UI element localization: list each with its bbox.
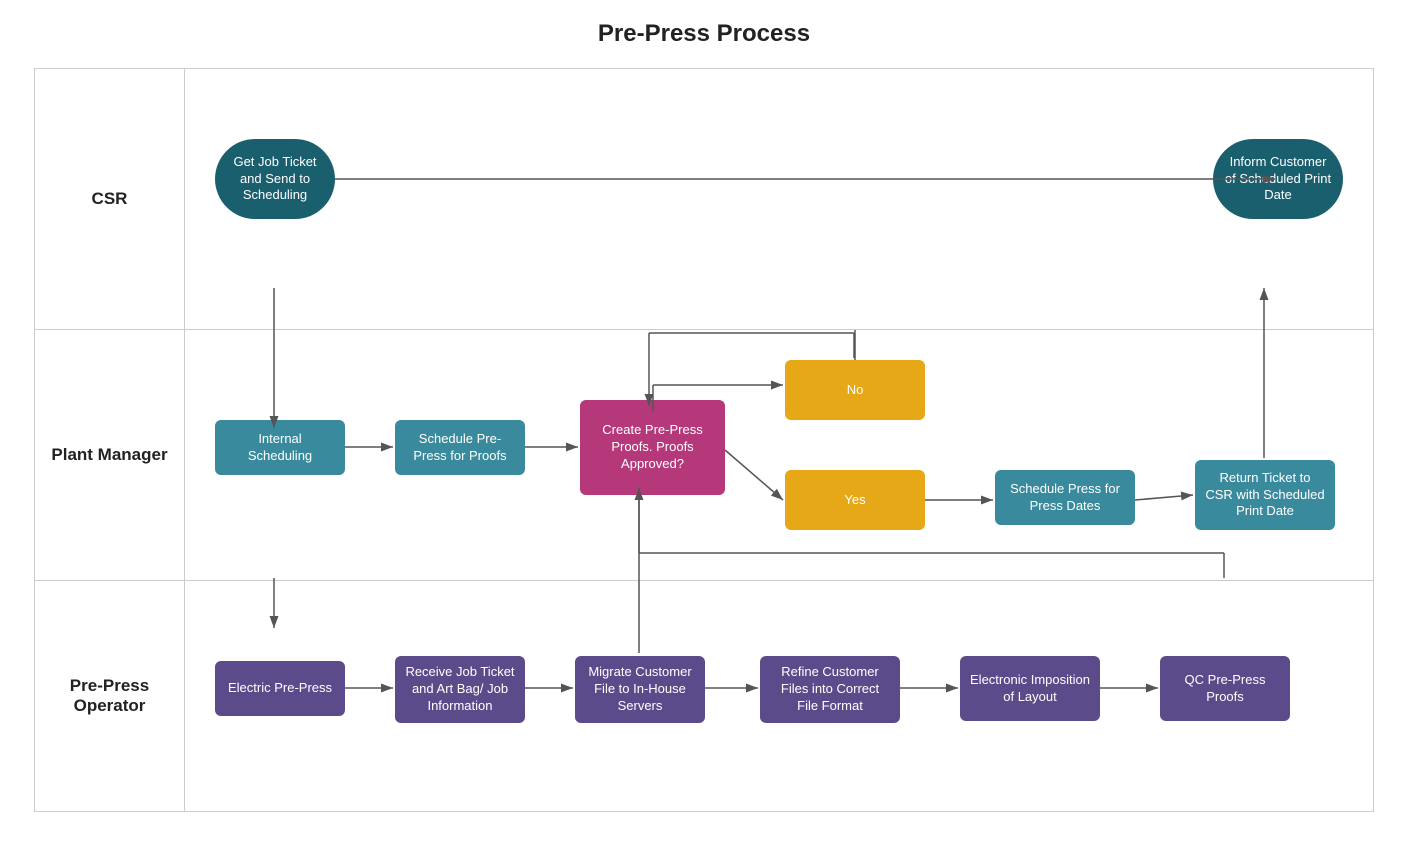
csr-lane: CSR Get Job Ticket and Send to Schedulin… (35, 69, 1373, 330)
schedule-press-node: Schedule Press for Press Dates (995, 470, 1135, 525)
no-branch-node: No (785, 360, 925, 420)
internal-scheduling-node: Internal Scheduling (215, 420, 345, 475)
process-diagram: CSR Get Job Ticket and Send to Schedulin… (34, 68, 1374, 812)
electronic-imposition-node: Electronic Imposition of Layout (960, 656, 1100, 721)
prepress-operator-label: Pre-Press Operator (35, 581, 185, 811)
qc-prepress-node: QC Pre-Press Proofs (1160, 656, 1290, 721)
page-title: Pre-Press Process (598, 20, 810, 48)
return-ticket-node: Return Ticket to CSR with Scheduled Prin… (1195, 460, 1335, 530)
plant-manager-lane: Plant Manager Internal Scheduling Schedu… (35, 330, 1373, 581)
prepress-operator-lane: Pre-Press Operator Electric Pre-Press Re… (35, 581, 1373, 811)
yes-branch-node: Yes (785, 470, 925, 530)
csr-arrows (185, 69, 1373, 329)
csr-content: Get Job Ticket and Send to Scheduling In… (185, 69, 1373, 329)
migrate-customer-node: Migrate Customer File to In-House Server… (575, 656, 705, 723)
schedule-prepress-proofs-node: Schedule Pre-Press for Proofs (395, 420, 525, 475)
receive-job-ticket-node: Receive Job Ticket and Art Bag/ Job Info… (395, 656, 525, 723)
plant-manager-content: Internal Scheduling Schedule Pre-Press f… (185, 330, 1373, 580)
electric-prepress-node: Electric Pre-Press (215, 661, 345, 716)
get-job-ticket-node: Get Job Ticket and Send to Scheduling (215, 139, 335, 219)
refine-customer-node: Refine Customer Files into Correct File … (760, 656, 900, 723)
diagram-wrapper: CSR Get Job Ticket and Send to Schedulin… (34, 68, 1374, 812)
inform-customer-node: Inform Customer of Scheduled Print Date (1213, 139, 1343, 219)
csr-label: CSR (35, 69, 185, 329)
plant-manager-label: Plant Manager (35, 330, 185, 580)
plant-manager-arrows (185, 330, 1373, 580)
prepress-operator-content: Electric Pre-Press Receive Job Ticket an… (185, 581, 1373, 811)
create-prepress-proofs-node: Create Pre-Press Proofs. Proofs Approved… (580, 400, 725, 495)
